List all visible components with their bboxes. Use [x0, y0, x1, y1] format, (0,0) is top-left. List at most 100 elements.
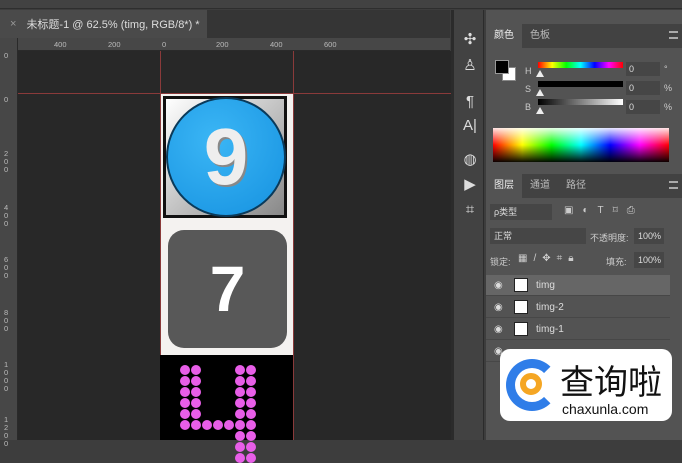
puzzle-plugin-icon[interactable]: ✣ [460, 30, 480, 50]
foreground-color-swatch[interactable] [495, 60, 509, 74]
panel-dock-toolstrip: ✣ ♙ ¶ A| ◍ ▶ ⌗ [454, 10, 484, 440]
brightness-unit: % [664, 102, 673, 112]
document-tab[interactable]: × 未标题-1 @ 62.5% (timg, RGB/8*) * [0, 10, 207, 38]
layer-name: timg-2 [536, 302, 564, 313]
bell-learn-icon[interactable]: ♙ [460, 56, 480, 76]
lock-icon: 🔒︎ [568, 253, 580, 264]
brightness-value[interactable]: 0 [626, 100, 660, 114]
hue-value[interactable]: 0 [626, 62, 660, 76]
image-number-4[interactable] [160, 355, 293, 463]
color-panel-tabs: 颜色 色板 [486, 24, 682, 48]
watermark-brand: 查询啦 [560, 363, 662, 403]
brightness-label: B [525, 102, 532, 112]
matrix-dot [191, 365, 201, 375]
matrix-dot [235, 442, 245, 452]
lock-icons[interactable]: ▦/✥⌗🔒︎ [518, 253, 580, 264]
pixel-filter-icon: ▣ [564, 205, 583, 216]
artboard-icon: ⌗ [556, 253, 569, 264]
image-number-7[interactable]: 7 [168, 230, 287, 348]
matrix-dot [180, 420, 190, 430]
eye-icon[interactable]: ◉ [494, 280, 503, 291]
matrix-dot [235, 376, 245, 386]
matrix-dot [191, 387, 201, 397]
ruler-label: 1000 [4, 360, 9, 393]
saturation-slider[interactable] [538, 81, 623, 87]
slider-handle[interactable] [536, 70, 544, 77]
matrix-dot [235, 420, 245, 430]
brightness-slider[interactable] [538, 99, 623, 105]
tab-color[interactable]: 颜色 [486, 24, 522, 48]
opacity-field[interactable]: 100% [634, 228, 664, 244]
matrix-dot [246, 398, 256, 408]
play-actions-icon[interactable]: ▶ [460, 175, 480, 195]
ruler-label: 200 [216, 40, 229, 49]
saturation-unit: % [664, 83, 673, 93]
options-bar [0, 0, 682, 9]
tab-swatches[interactable]: 色板 [522, 24, 558, 48]
layer-row[interactable]: ◉ timg [486, 275, 670, 296]
image-number-9[interactable]: 9 [163, 96, 287, 218]
ruler-label: 600 [324, 40, 337, 49]
matrix-dot [246, 387, 256, 397]
saturation-label: S [525, 84, 532, 94]
opacity-label: 不透明度: [590, 233, 629, 243]
ruler-label: 400 [270, 40, 283, 49]
crop-icon[interactable]: ⌗ [460, 200, 480, 220]
matrix-dot [235, 365, 245, 375]
matrix-dot [235, 409, 245, 419]
shape-filter-icon: ⌑ [612, 205, 627, 216]
matrix-dot [180, 376, 190, 386]
character-icon[interactable]: A| [460, 116, 480, 136]
guide-line [293, 51, 294, 440]
matrix-dot [246, 365, 256, 375]
eye-icon[interactable]: ◉ [494, 324, 503, 335]
matrix-dot [235, 387, 245, 397]
document-title: 未标题-1 @ 62.5% (timg, RGB/8*) * [26, 19, 200, 31]
ruler-label: 400 [54, 40, 67, 49]
panel-menu-icon[interactable] [669, 181, 678, 189]
matrix-dot [213, 420, 223, 430]
ruler-label: 1200 [4, 415, 9, 448]
eye-icon[interactable]: ◉ [494, 302, 503, 313]
layers-panel-tabs: 图层 通道 路径 [486, 174, 682, 198]
layer-thumbnail [514, 322, 528, 336]
matrix-dot [180, 398, 190, 408]
ruler-label: 0 [4, 51, 9, 60]
ruler-label: 200 [4, 149, 9, 174]
matrix-dot [246, 420, 256, 430]
tab-layers[interactable]: 图层 [486, 174, 522, 198]
fill-field[interactable]: 100% [634, 252, 664, 268]
panel-menu-icon[interactable] [669, 31, 678, 39]
hue-label: H [525, 66, 532, 76]
tab-channels[interactable]: 通道 [522, 174, 558, 198]
ruler-label: 800 [4, 308, 9, 333]
layer-name: timg [536, 280, 555, 291]
matrix-dot [191, 376, 201, 386]
ruler-label: 200 [108, 40, 121, 49]
watermark-logo: 查询啦 chaxunla.com [500, 349, 672, 421]
move-icon: ✥ [542, 253, 557, 264]
paragraph-icon[interactable]: ¶ [460, 92, 480, 112]
close-tab-icon[interactable]: × [10, 18, 16, 30]
ruler-label: 0 [162, 40, 167, 49]
layer-row[interactable]: ◉ timg-2 [486, 297, 670, 318]
matrix-dot [180, 409, 190, 419]
layer-filter-select[interactable]: ρ类型 [490, 204, 552, 220]
matrix-dot [246, 376, 256, 386]
hue-slider[interactable] [538, 62, 623, 68]
smart-object-filter-icon: ⎙ [626, 205, 644, 216]
libraries-icon[interactable]: ◍ [460, 150, 480, 170]
ruler-label: 600 [4, 255, 9, 280]
tab-paths[interactable]: 路径 [558, 174, 594, 198]
blue-circle-digit: 9 [166, 97, 286, 217]
filter-icons[interactable]: ▣◐T⌑⎙ [564, 205, 644, 216]
blend-mode-select[interactable]: 正常 [490, 228, 586, 244]
matrix-dot [191, 420, 201, 430]
saturation-value[interactable]: 0 [626, 81, 660, 95]
slider-handle[interactable] [536, 89, 544, 96]
color-spectrum[interactable] [493, 128, 669, 162]
layer-thumbnail [514, 300, 528, 314]
slider-handle[interactable] [536, 107, 544, 114]
layer-row[interactable]: ◉ timg-1 [486, 319, 670, 340]
lock-label: 锁定: [490, 257, 511, 267]
